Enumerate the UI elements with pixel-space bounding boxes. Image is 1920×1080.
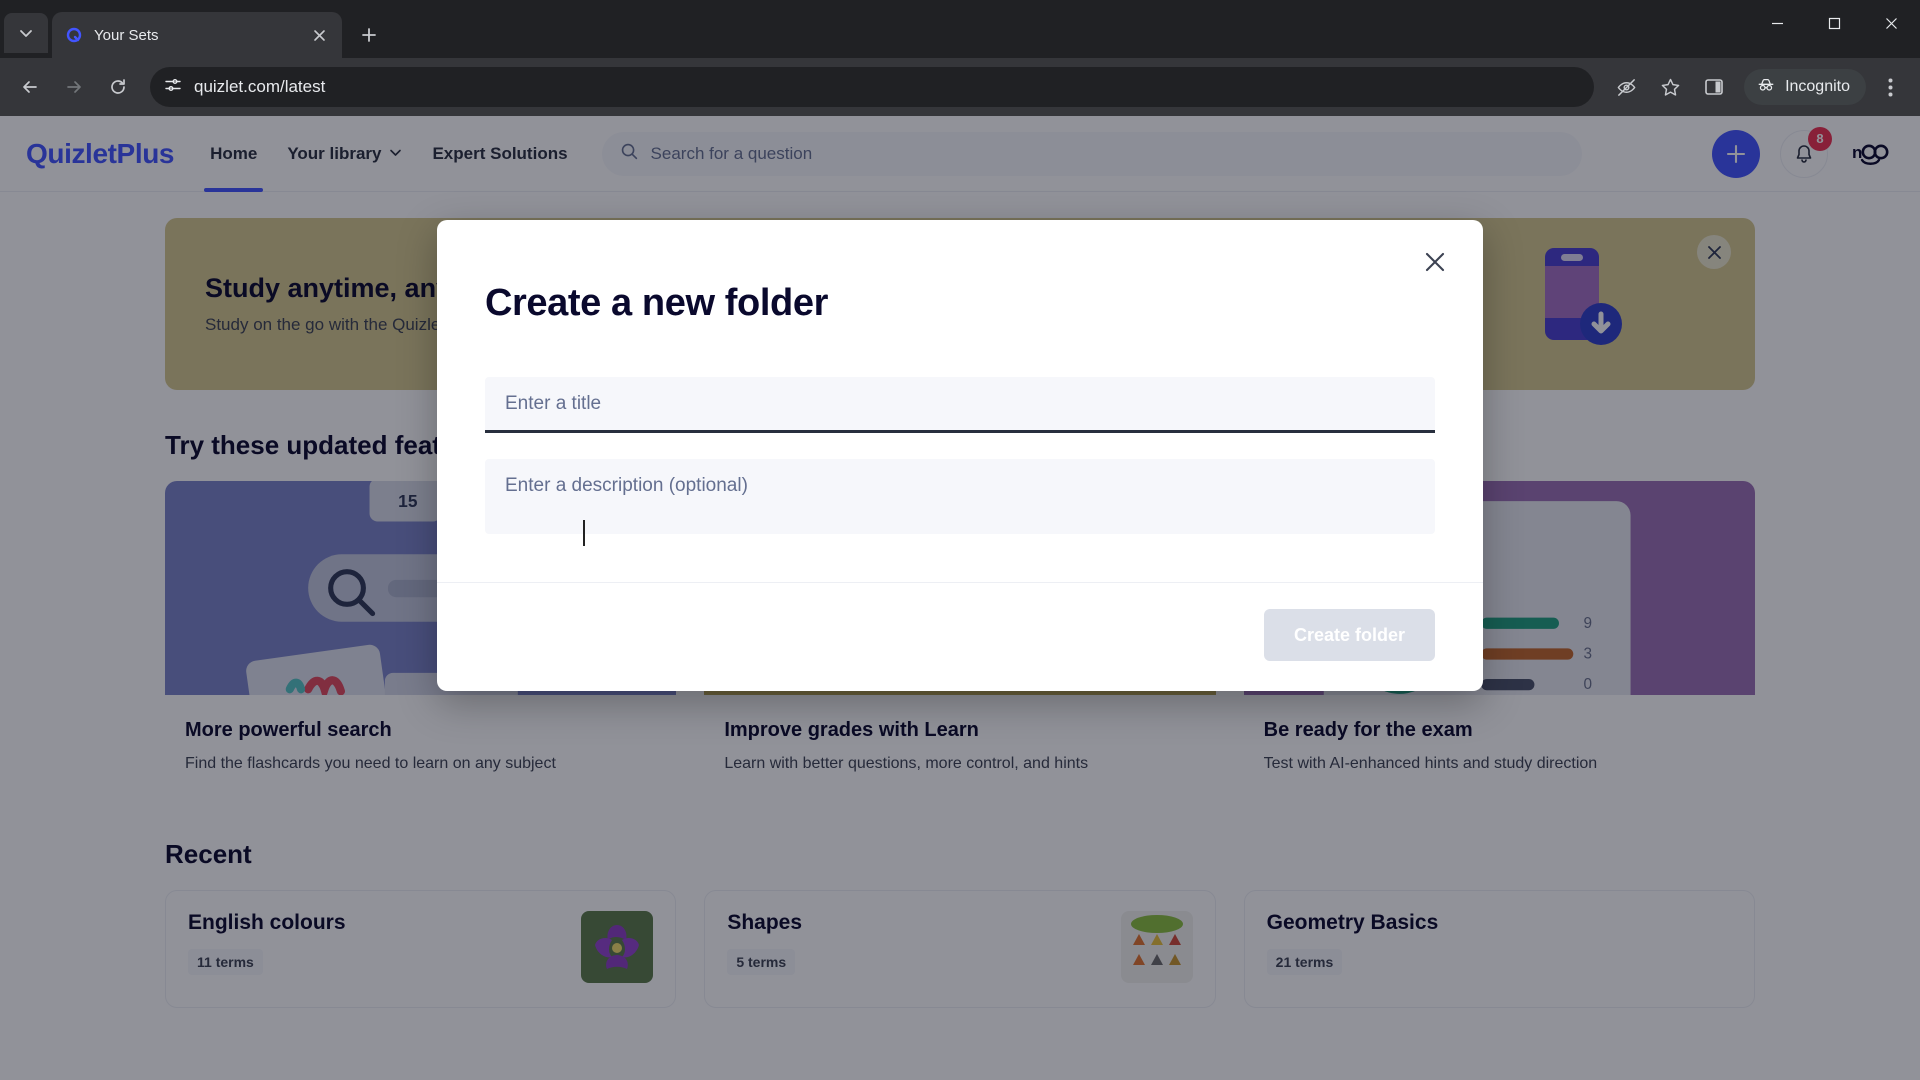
web-page: QuizletPlus Home Your library Expert Sol…	[0, 116, 1920, 1080]
modal-title: Create a new folder	[485, 282, 828, 324]
back-arrow-icon[interactable]	[10, 67, 50, 107]
quizlet-favicon-icon	[64, 25, 84, 45]
folder-description-placeholder: Enter a description (optional)	[505, 475, 748, 496]
incognito-hat-icon	[1756, 75, 1776, 100]
window-minimize-button[interactable]	[1749, 0, 1806, 46]
create-folder-button[interactable]: Create folder	[1263, 609, 1435, 661]
three-dot-menu-icon[interactable]	[1870, 67, 1910, 107]
incognito-indicator[interactable]: Incognito	[1744, 69, 1866, 105]
tab-title: Your Sets	[94, 26, 159, 44]
new-tab-button[interactable]	[352, 18, 386, 52]
text-cursor	[583, 520, 585, 546]
modal-close-button[interactable]	[1415, 242, 1455, 282]
window-controls	[1749, 0, 1920, 46]
address-bar-url: quizlet.com/latest	[194, 77, 326, 96]
star-icon[interactable]	[1650, 67, 1690, 107]
browser-tab[interactable]: Your Sets	[52, 12, 342, 58]
folder-title-placeholder: Enter a title	[505, 392, 602, 414]
forward-arrow-icon[interactable]	[54, 67, 94, 107]
folder-title-input[interactable]: Enter a title	[485, 377, 1435, 433]
incognito-label: Incognito	[1785, 78, 1850, 95]
tab-search-button[interactable]	[4, 13, 48, 53]
site-settings-icon[interactable]	[164, 76, 182, 99]
tab-strip: Your Sets	[0, 0, 1920, 58]
create-folder-modal: Create a new folder Enter a title Enter …	[437, 220, 1483, 691]
folder-description-input[interactable]: Enter a description (optional)	[485, 459, 1435, 534]
side-panel-icon[interactable]	[1694, 67, 1734, 107]
window-close-button[interactable]	[1863, 0, 1920, 46]
tab-close-icon[interactable]	[308, 24, 330, 46]
eye-off-icon[interactable]	[1606, 67, 1646, 107]
reload-icon[interactable]	[98, 67, 138, 107]
address-bar[interactable]: quizlet.com/latest	[150, 67, 1595, 107]
browser-toolbar: quizlet.com/latest Incognito	[0, 58, 1920, 116]
browser-window: Your Sets quizlet.com/latest Incognito Q…	[0, 0, 1920, 1080]
window-maximize-button[interactable]	[1806, 0, 1863, 46]
